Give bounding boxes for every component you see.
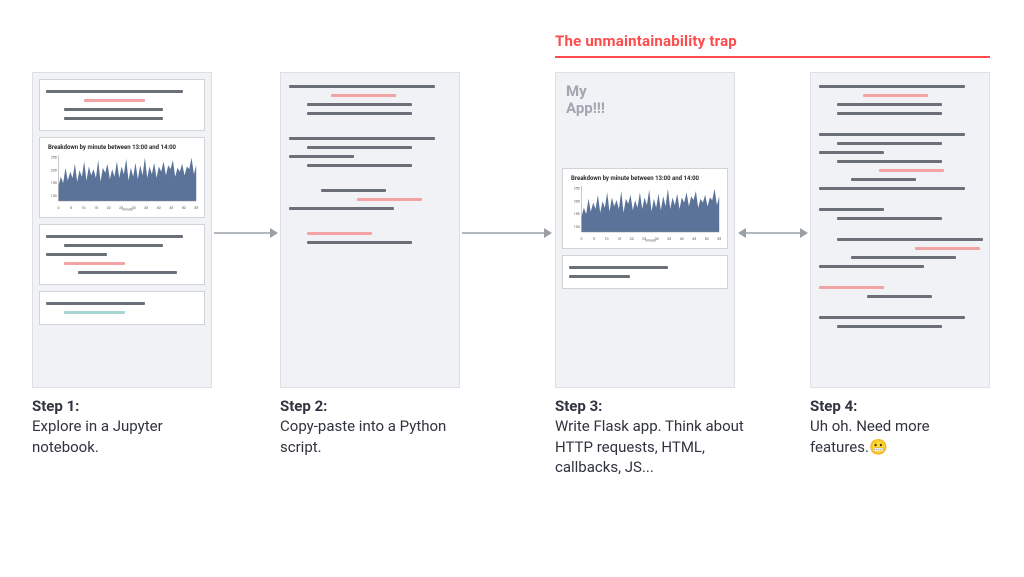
- app-header-line2: App!!!: [566, 100, 724, 117]
- code-line: [64, 311, 125, 314]
- code-line: [78, 271, 177, 274]
- arrow-2to3: [462, 226, 552, 240]
- code-line: [46, 90, 183, 93]
- caption-step3: Step 3: Write Flask app. Think about HTT…: [555, 396, 755, 477]
- caption-title: Step 3:: [555, 396, 755, 416]
- app-header: My App!!!: [556, 73, 734, 118]
- svg-text:45: 45: [169, 205, 173, 210]
- panel-step2: [280, 72, 460, 388]
- svg-text:100: 100: [51, 193, 57, 198]
- svg-text:15: 15: [617, 235, 621, 240]
- svg-text:150: 150: [574, 210, 580, 215]
- area-chart: 1001502002500510152025303540455055minute…: [46, 153, 198, 211]
- script-lines: [811, 73, 989, 340]
- code-line: [64, 108, 163, 111]
- caption-step4: Step 4: Uh oh. Need more features.😬: [810, 396, 990, 457]
- code-line: [64, 117, 163, 120]
- notebook-cell: [39, 79, 205, 131]
- diagram-stage: The unmaintainability trap Breakdown by …: [0, 0, 1024, 577]
- svg-text:200: 200: [51, 167, 57, 172]
- svg-text:50: 50: [182, 205, 186, 210]
- svg-text:55: 55: [717, 235, 721, 240]
- area-chart: 1001502002500510152025303540455055minute…: [569, 184, 721, 242]
- trap-banner: The unmaintainability trap: [555, 32, 990, 58]
- svg-text:5: 5: [593, 235, 595, 240]
- grimace-emoji: 😬: [869, 438, 888, 456]
- svg-text:0: 0: [581, 235, 583, 240]
- panel-step4: [810, 72, 990, 388]
- svg-text:10: 10: [82, 205, 86, 210]
- caption-title: Step 1:: [32, 396, 232, 416]
- svg-text:35: 35: [144, 205, 148, 210]
- script-lines: [281, 73, 459, 256]
- code-line: [46, 302, 145, 305]
- caption-step2: Step 2: Copy-paste into a Python script.: [280, 396, 480, 457]
- caption-body: Write Flask app. Think about HTTP reques…: [555, 416, 755, 477]
- svg-text:250: 250: [51, 154, 57, 159]
- panel-step3: My App!!! Breakdown by minute between 13…: [555, 72, 735, 388]
- svg-text:150: 150: [51, 180, 57, 185]
- svg-text:5: 5: [70, 205, 72, 210]
- caption-body: Uh oh. Need more features.😬: [810, 416, 990, 457]
- svg-text:40: 40: [157, 205, 161, 210]
- chart-card: Breakdown by minute between 13:00 and 14…: [562, 168, 728, 249]
- code-line: [84, 99, 145, 102]
- svg-text:minute: minute: [122, 206, 133, 211]
- code-line: [46, 253, 107, 256]
- svg-text:0: 0: [58, 205, 60, 210]
- trap-title: The unmaintainability trap: [555, 32, 990, 50]
- code-line: [64, 262, 125, 265]
- ui-block: [562, 255, 728, 289]
- svg-text:55: 55: [194, 205, 198, 210]
- chart-card: Breakdown by minute between 13:00 and 14…: [39, 137, 205, 218]
- caption-body: Explore in a Jupyter notebook.: [32, 416, 232, 457]
- caption-title: Step 2:: [280, 396, 480, 416]
- chart-title: Breakdown by minute between 13:00 and 14…: [48, 144, 198, 151]
- app-header-line1: My: [566, 83, 724, 100]
- svg-text:200: 200: [574, 198, 580, 203]
- notebook-cell: [39, 291, 205, 325]
- panel-step1: Breakdown by minute between 13:00 and 14…: [32, 72, 212, 388]
- caption-title: Step 4:: [810, 396, 990, 416]
- svg-text:50: 50: [705, 235, 709, 240]
- arrow-bidir-3-4: [738, 226, 808, 240]
- svg-text:20: 20: [630, 235, 634, 240]
- svg-text:20: 20: [107, 205, 111, 210]
- svg-text:10: 10: [605, 235, 609, 240]
- caption-step1: Step 1: Explore in a Jupyter notebook.: [32, 396, 232, 457]
- chart-title: Breakdown by minute between 13:00 and 14…: [571, 175, 721, 182]
- code-line: [46, 235, 183, 238]
- svg-text:100: 100: [574, 223, 580, 228]
- trap-underline: [555, 56, 990, 58]
- notebook-cell: [39, 224, 205, 285]
- svg-text:250: 250: [574, 185, 580, 190]
- svg-text:minute: minute: [645, 237, 656, 242]
- caption-body: Copy-paste into a Python script.: [280, 416, 480, 457]
- arrow-1to2: [214, 226, 278, 240]
- svg-text:35: 35: [667, 235, 671, 240]
- svg-text:45: 45: [692, 235, 696, 240]
- code-line: [64, 244, 163, 247]
- svg-text:40: 40: [680, 235, 684, 240]
- svg-text:15: 15: [94, 205, 98, 210]
